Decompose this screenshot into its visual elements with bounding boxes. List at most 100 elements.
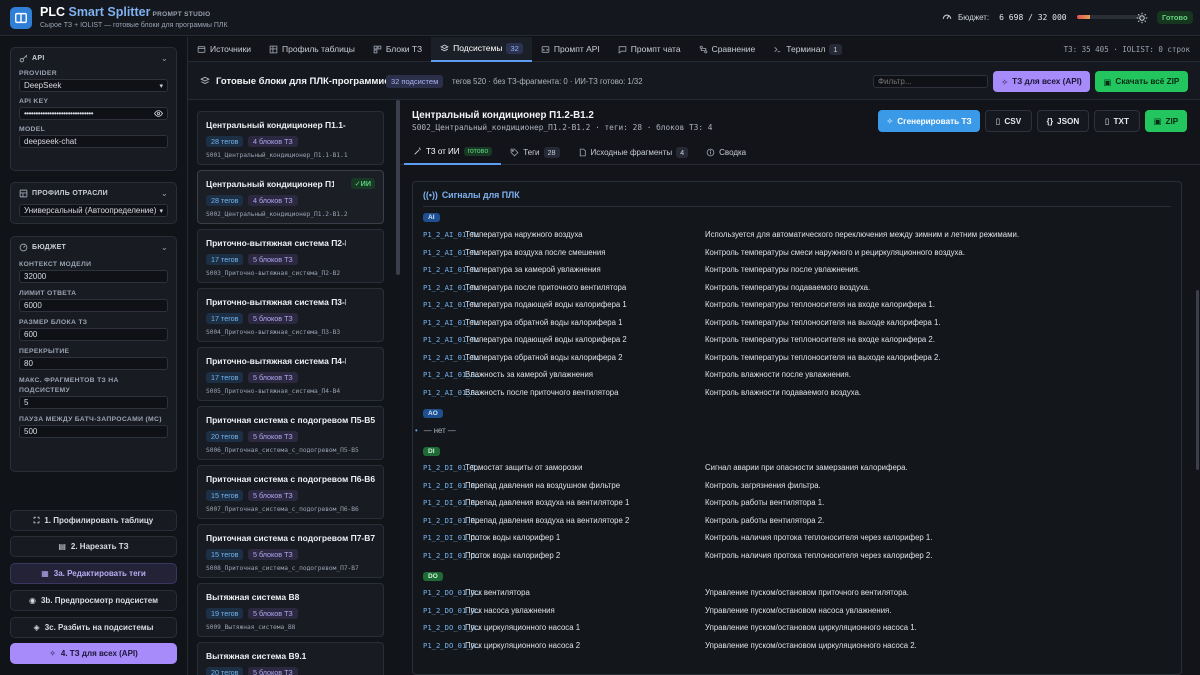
tab-tags[interactable]: Теги 28 [501,140,568,165]
list-item[interactable]: Приточная система с подогревом П7-В7 15 т… [197,524,384,578]
tags-badge: 19 тегов [206,608,244,619]
tags-badge: 15 тегов [206,490,244,501]
provider-select[interactable]: DeepSeek ▾ [19,79,168,92]
subsystem-file: S006_Приточная_система_с_подогревом_П5-В… [206,447,359,454]
divider [423,206,1171,207]
export-txt-button[interactable]: ▯ TXT [1094,110,1140,132]
generate-spec-label: Сгенерировать ТЗ [897,116,972,126]
tab-sources-label: Источники [210,44,252,54]
edit-tags-button[interactable]: ▦ 3a. Редактировать теги [10,563,177,584]
budget-label: Бюджет: [958,12,990,22]
tags-badge: 17 тегов [206,313,244,324]
profile-table-label: 1. Профилировать таблицу [44,516,154,525]
signal-row: P1_2_DO_01_П… Пуск вентилятора Управление … [423,588,1173,602]
generate-spec-button[interactable]: ✧ Сгенерировать ТЗ [878,110,980,132]
ready-badge: готово [463,146,493,156]
list-item[interactable]: Приточно-вытяжная система П4-В4 17 тегов 5… [197,347,384,401]
subsystem-name: Приточно-вытяжная система П3-В3 [206,297,346,307]
max-fragments-label: МАКС. ФРАГМЕНТОВ ТЗ НА [19,377,119,384]
spec-all-api-header-button[interactable]: ✧ ТЗ для всех (API) [993,71,1090,92]
tab-chat-prompt[interactable]: Промпт чата [609,37,690,62]
table-icon: ▤ [58,542,66,551]
tab-subsystems-count: 32 [506,42,523,54]
eye-icon[interactable] [154,109,163,118]
list-item[interactable]: Приточная система с подогревом П5-В5 20 т… [197,406,384,460]
export-json-button[interactable]: {} JSON [1037,110,1089,132]
signal-row: P1_2_DI_01_П… Перепад давления воздуха на… [423,516,1173,530]
list-item[interactable]: Центральный кондиционер П1.1-В1.1 28 тего… [197,111,384,165]
tab-compare[interactable]: Сравнение [690,37,765,62]
signal-row: P1_2_AI_01_T… Температура воздуха после с… [423,248,1173,262]
signal-name: Влажность за камерой увлажнения [465,370,594,379]
industry-card-title: ПРОФИЛЬ ОТРАСЛИ [32,189,108,197]
list-item[interactable]: Приточно-вытяжная система П3-В3 17 тегов 5… [197,288,384,342]
response-limit-value: 6000 [24,301,42,310]
download-all-zip-label: Скачать всё ZIP [1115,77,1180,86]
tab-chat-prompt-label: Промпт чата [630,44,681,54]
max-fragments-value: 5 [24,398,29,407]
response-limit-input[interactable]: 6000 [19,299,168,312]
budget-value: 6 698 / 32 000 [999,12,1067,22]
export-csv-button[interactable]: ▯ CSV [985,110,1032,132]
list-item[interactable]: Приточно-вытяжная система П2-В2 17 тегов 5… [197,229,384,283]
max-fragments-input[interactable]: 5 [19,396,168,409]
tab-api-prompt[interactable]: Промпт API [532,37,609,62]
signal-description: Контроль работы вентилятора 2. [705,515,825,525]
list-item[interactable]: Вытяжная система В9.1 20 тегов 5 блоков ТЗ [197,642,384,675]
tab-source-fragments[interactable]: Исходные фрагменты 4 [569,140,698,165]
detail-scrollbar[interactable] [1196,290,1199,470]
document-icon [579,148,586,156]
overlap-label: ПЕРЕКРЫТИЕ [19,348,70,355]
spec-all-api-button[interactable]: ✧ 4. ТЗ для всех (API) [10,643,177,664]
blocks-badge: 5 блоков ТЗ [248,549,298,560]
edit-tags-label: 3a. Редактировать теги [53,569,146,578]
context-input[interactable]: 32000 [19,270,168,283]
slice-spec-button[interactable]: ▤ 2. Нарезать ТЗ [10,536,177,557]
signal-description: Контроль температуры смеси наружного и р… [705,247,965,257]
tab-sources[interactable]: Источники [188,37,260,62]
model-input[interactable]: deepseek-chat [19,135,168,148]
budget-card-header[interactable]: БЮДЖЕТ ⌄ [11,237,176,257]
industry-card-header[interactable]: ПРОФИЛЬ ОТРАСЛИ ⌄ [11,183,176,203]
preview-subsystems-button[interactable]: ◉ 3b. Предпросмотр подсистем [10,590,177,611]
signal-description: Контроль загрязнения фильтра. [705,480,821,490]
theme-toggle-icon[interactable] [1136,12,1148,24]
chevron-down-icon: ⌄ [160,242,168,252]
tag-icon [510,148,519,156]
list-item-selected[interactable]: Центральный кондиционер П1.2-В1.2 ✓ИИ 28 т… [197,170,384,224]
signal-row: P1_2_DI_01_П… Перепад давления на воздушн… [423,481,1173,495]
blocks-icon [373,45,382,53]
tab-table-profile[interactable]: Профиль таблицы [260,37,364,62]
list-item[interactable]: Приточная система с подогревом П6-В6 15 т… [197,465,384,519]
profile-table-button[interactable]: ⛶ 1. Профилировать таблицу [10,510,177,531]
detail-title: Центральный кондиционер П1.2-В1.2 [412,110,594,121]
list-item[interactable]: Вытяжная система В8 19 тегов 5 блоков ТЗ S0… [197,583,384,637]
signal-row: P1_2_AI_01_T… Температура обратной воды к… [423,353,1173,367]
apikey-input[interactable]: •••••••••••••••••••••••••••••• [19,107,168,120]
tab-spec-blocks[interactable]: Блоки ТЗ [364,37,431,62]
signal-description: Контроль влажности подаваемого воздуха. [705,387,862,397]
signal-row: P1_2_AI_01_T… Температура после приточног… [423,283,1173,297]
signal-row: P1_2_AI_01_B… Влажность после приточного … [423,388,1173,402]
signal-description: Управление пуском/остановом циркуляционн… [705,623,917,633]
tab-terminal[interactable]: Терминал 1 [764,37,850,62]
provider-label: PROVIDER [19,70,57,77]
block-size-input[interactable]: 600 [19,328,168,341]
signal-description: Контроль наличия протока теплоносителя ч… [705,533,933,542]
export-zip-button[interactable]: ▣ ZIP [1145,110,1187,132]
filter-input[interactable] [873,75,988,88]
industry-select[interactable]: Универсальный (Автоопределение) ▾ [19,204,168,217]
chat-icon [618,45,627,54]
signals-panel: ((•)) Сигналы для ПЛК AI P1_2_AI_01_T… Тем… [412,181,1182,675]
split-subsystems-button[interactable]: ◈ 3c. Разбить на подсистемы [10,617,177,638]
terminal-icon [774,46,781,52]
api-card-header[interactable]: API ⌄ [11,48,176,68]
tab-subsystems[interactable]: Подсистемы 32 [431,36,532,62]
tab-summary[interactable]: Сводка [697,140,755,165]
signal-icon: ((•)) [423,190,438,200]
tab-ai-spec[interactable]: ТЗ от ИИ готово [404,140,502,165]
download-all-zip-button[interactable]: ▣ Скачать всё ZIP [1095,71,1188,92]
batch-pause-input[interactable]: 500 [19,425,168,438]
subsystem-file: S009_Вытяжная_система_В8 [206,624,296,631]
overlap-input[interactable]: 80 [19,357,168,370]
